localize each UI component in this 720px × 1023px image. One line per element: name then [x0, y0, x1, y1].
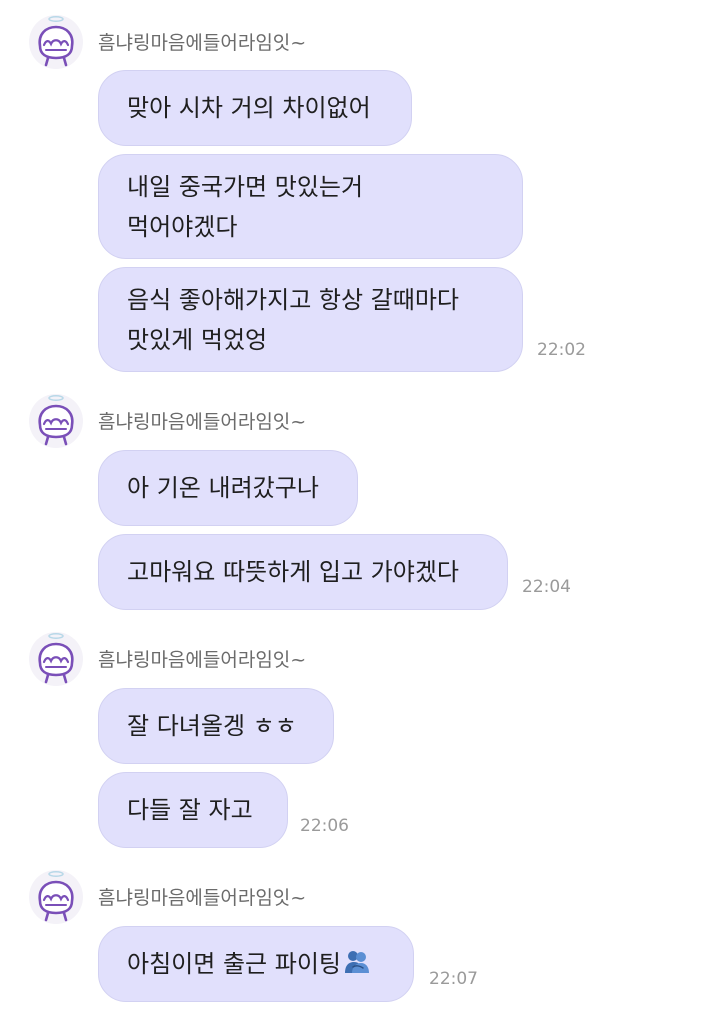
message-line: 아침이면 출근 파이팅 [127, 944, 385, 984]
message-text: 잘 다녀올겡 ㅎㅎ [127, 712, 297, 740]
message-bubble[interactable]: 고마워요 따뜻하게 입고 가야겠다 [98, 534, 508, 610]
message-text: 맞아 시차 거의 차이없어 [127, 94, 371, 122]
people-hugging-emoji [344, 951, 369, 973]
message-text: 고마워요 따뜻하게 입고 가야겠다 [127, 558, 460, 586]
sender-avatar[interactable] [28, 631, 84, 687]
message-bubble[interactable]: 내일 중국가면 맛있는거 먹어야겠다 [98, 154, 523, 259]
profile-character-icon [29, 632, 83, 686]
message-text: 내일 중국가면 맛있는거 [127, 172, 364, 201]
message-bubble[interactable]: 맞아 시차 거의 차이없어 [98, 70, 412, 146]
message-text: 아 기온 내려갔구나 [127, 474, 319, 502]
message-timestamp: 22:06 [300, 816, 349, 836]
message-timestamp: 22:04 [522, 577, 571, 597]
message-text: 맛있게 먹었엉 [127, 325, 268, 354]
profile-character-icon [29, 15, 83, 69]
message-bubble[interactable]: 음식 좋아해가지고 항상 갈때마다 맛있게 먹었엉 [98, 267, 523, 372]
message-bubble[interactable]: 잘 다녀올겡 ㅎㅎ [98, 688, 334, 764]
message-text: 아침이면 출근 파이팅 [127, 950, 341, 978]
profile-character-icon [29, 870, 83, 924]
message-timestamp: 22:07 [429, 969, 478, 989]
message-bubble[interactable]: 아 기온 내려갔구나 [98, 450, 358, 526]
message-text: 먹어야겠다 [127, 212, 238, 241]
sender-name: 흠냐링마음에들어라임잇~ [98, 887, 307, 909]
sender-name: 흠냐링마음에들어라임잇~ [98, 32, 307, 54]
sender-avatar[interactable] [28, 393, 84, 449]
message-bubble[interactable]: 아침이면 출근 파이팅 [98, 926, 414, 1002]
sender-name: 흠냐링마음에들어라임잇~ [98, 411, 307, 433]
sender-avatar[interactable] [28, 869, 84, 925]
sender-avatar[interactable] [28, 14, 84, 70]
sender-name: 흠냐링마음에들어라임잇~ [98, 649, 307, 671]
message-timestamp: 22:02 [537, 340, 586, 360]
message-bubble[interactable]: 다들 잘 자고 [98, 772, 288, 848]
message-text: 음식 좋아해가지고 항상 갈때마다 [127, 285, 460, 314]
profile-character-icon [29, 394, 83, 448]
message-text: 다들 잘 자고 [127, 796, 253, 824]
